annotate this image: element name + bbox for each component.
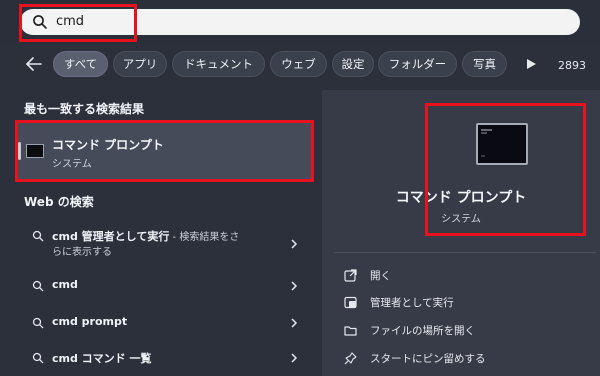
action-pin-to-start[interactable]: スタートにピン留めする <box>344 350 584 368</box>
filter-chip-all[interactable]: すべて <box>53 51 108 77</box>
chevron-right-icon <box>291 318 298 328</box>
search-bar-area: cmd <box>0 0 600 44</box>
best-match-name: コマンド プロンプト <box>52 138 164 152</box>
admin-shield-icon <box>344 296 357 309</box>
divider <box>334 252 596 253</box>
action-label: ファイルの場所を開く <box>370 325 475 337</box>
search-box[interactable]: cmd <box>20 9 580 35</box>
filter-bar: すべて アプリ ドキュメント ウェブ 設定 フォルダー 写真 2893 <box>0 46 600 82</box>
web-search-heading: Web の検索 <box>24 195 94 209</box>
command-prompt-icon <box>26 144 44 158</box>
filter-chip-settings[interactable]: 設定 <box>332 51 374 77</box>
best-match-type: システム <box>52 159 92 170</box>
action-run-as-admin[interactable]: 管理者として実行 <box>344 294 584 312</box>
preview-title: コマンド プロンプト <box>395 190 527 206</box>
folder-icon <box>344 326 357 336</box>
search-icon <box>32 280 44 292</box>
chevron-right-icon <box>291 281 298 291</box>
command-prompt-large-icon <box>476 123 528 165</box>
chevron-right-icon <box>291 353 298 363</box>
action-open-file-location[interactable]: ファイルの場所を開く <box>344 322 584 340</box>
web-result-text: cmd 管理者として実行 - 検索結果をさ <box>52 230 240 243</box>
terminal-glyph-icon <box>481 129 492 157</box>
filter-chip-folders[interactable]: フォルダー <box>378 51 457 77</box>
web-result-item[interactable]: cmd コマンド 一覧 <box>24 350 314 368</box>
web-result-text: cmd <box>52 278 78 291</box>
filter-chip-web[interactable]: ウェブ <box>270 51 327 77</box>
pin-icon <box>344 352 357 365</box>
best-match-heading: 最も一致する検索結果 <box>24 102 145 116</box>
search-icon <box>32 352 44 364</box>
action-open[interactable]: 開く <box>344 267 584 285</box>
filter-chip-photos[interactable]: 写真 <box>462 51 507 77</box>
selection-indicator <box>18 142 21 160</box>
search-icon <box>33 15 47 29</box>
back-arrow-icon[interactable] <box>24 54 44 74</box>
preview-subtitle: システム <box>441 214 481 225</box>
web-result-text: cmd コマンド 一覧 <box>52 352 152 365</box>
search-input[interactable]: cmd <box>56 14 84 29</box>
action-label: スタートにピン留めする <box>370 353 486 365</box>
web-result-text: cmd prompt <box>52 315 128 328</box>
search-icon <box>32 230 44 242</box>
chevron-right-icon <box>291 239 298 249</box>
result-count: 2893 <box>558 59 586 72</box>
best-match-item[interactable]: コマンド プロンプト システム <box>16 122 312 180</box>
web-result-continuation: らに表示する <box>52 247 112 258</box>
web-result-item[interactable]: cmd <box>24 278 314 296</box>
play-icon[interactable] <box>525 58 537 70</box>
filter-chip-apps[interactable]: アプリ <box>113 51 167 77</box>
action-label: 開く <box>370 270 391 282</box>
search-icon <box>32 317 44 329</box>
action-label: 管理者として実行 <box>370 297 454 309</box>
filter-chip-documents[interactable]: ドキュメント <box>172 51 265 77</box>
open-icon <box>344 269 357 282</box>
web-result-item[interactable]: cmd 管理者として実行 - 検索結果をさ らに表示する <box>24 228 314 260</box>
web-result-item[interactable]: cmd prompt <box>24 315 314 333</box>
